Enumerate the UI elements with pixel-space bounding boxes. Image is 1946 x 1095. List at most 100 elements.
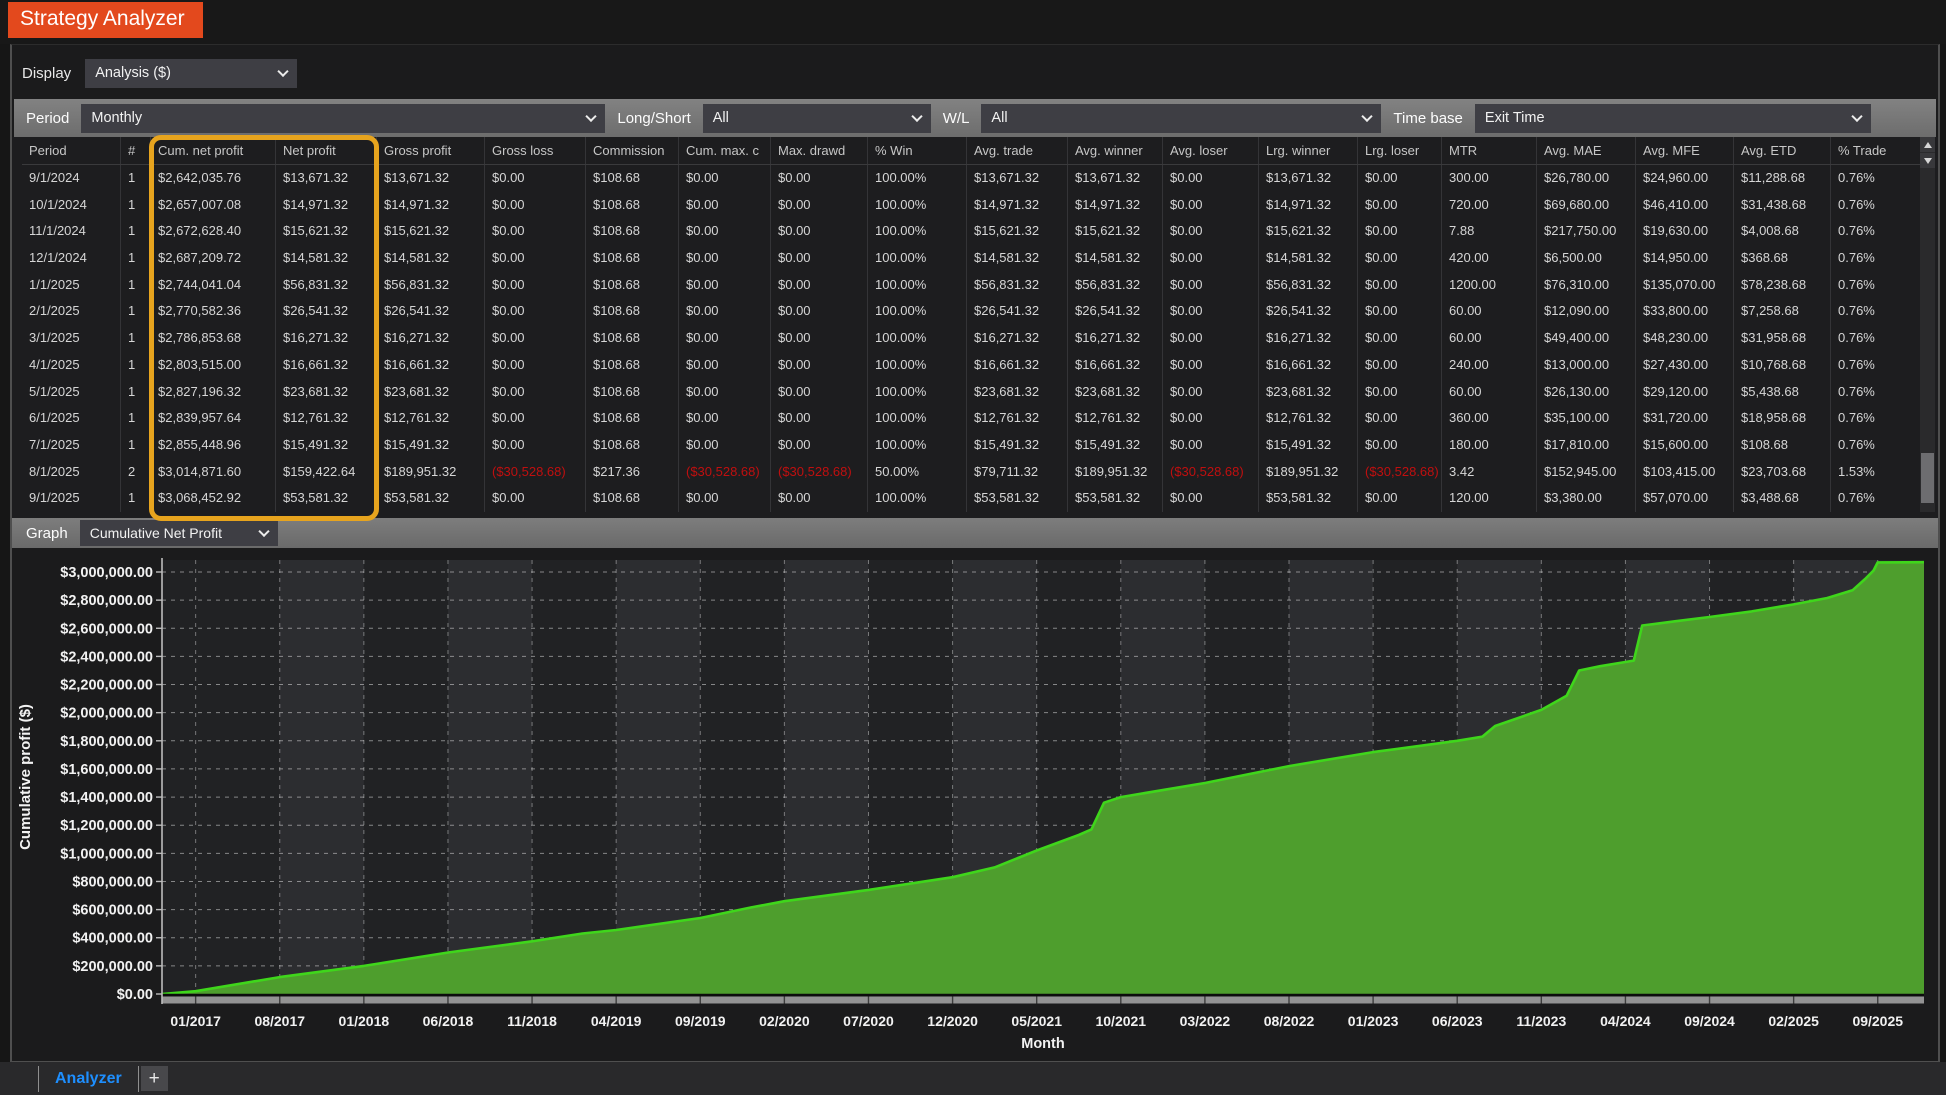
display-select[interactable]: Analysis ($) — [85, 59, 297, 88]
table-row[interactable]: 9/1/20251$3,068,452.92$53,581.32$53,581.… — [22, 485, 1926, 512]
table-row[interactable]: 4/1/20251$2,803,515.00$16,661.32$16,661.… — [22, 352, 1926, 379]
table-cell: 1 — [121, 165, 151, 192]
table-cell: $0.00 — [771, 325, 868, 352]
display-select-value: Analysis ($) — [95, 65, 171, 81]
table-cell: $0.00 — [1163, 218, 1259, 245]
scroll-up-icon — [1924, 142, 1932, 148]
column-header[interactable]: Avg. winner — [1068, 137, 1163, 164]
table-row[interactable]: 6/1/20251$2,839,957.64$12,761.32$12,761.… — [22, 405, 1926, 432]
table-cell: $16,661.32 — [377, 352, 485, 379]
table-cell: $189,951.32 — [1068, 459, 1163, 486]
add-tab-button[interactable]: + — [141, 1066, 168, 1091]
table-cell: ($30,528.68) — [485, 459, 586, 486]
svg-text:01/2018: 01/2018 — [339, 1013, 390, 1029]
column-header[interactable]: Cum. net profit — [151, 137, 276, 164]
column-header[interactable]: Cum. max. c — [679, 137, 771, 164]
svg-text:$1,400,000.00: $1,400,000.00 — [60, 790, 153, 806]
table-cell: $0.00 — [1358, 218, 1442, 245]
svg-text:$1,600,000.00: $1,600,000.00 — [60, 762, 153, 778]
table-cell: $0.00 — [485, 298, 586, 325]
column-header[interactable]: Avg. ETD — [1734, 137, 1831, 164]
table-header-row: Period#Cum. net profitNet profitGross pr… — [22, 137, 1926, 165]
table-cell: 0.76% — [1831, 352, 1926, 379]
table-cell: 3.42 — [1442, 459, 1537, 486]
table-cell: 6/1/2025 — [22, 405, 121, 432]
svg-text:01/2017: 01/2017 — [170, 1013, 221, 1029]
table-row[interactable]: 3/1/20251$2,786,853.68$16,271.32$16,271.… — [22, 325, 1926, 352]
column-header[interactable]: Lrg. winner — [1259, 137, 1358, 164]
column-header[interactable]: Avg. MAE — [1537, 137, 1636, 164]
table-cell: $26,541.32 — [377, 298, 485, 325]
table-cell: $0.00 — [679, 485, 771, 512]
table-cell: 100.00% — [868, 432, 967, 459]
table-cell: $13,671.32 — [276, 165, 377, 192]
column-header[interactable]: Gross profit — [377, 137, 485, 164]
table-cell: $0.00 — [485, 218, 586, 245]
table-row[interactable]: 5/1/20251$2,827,196.32$23,681.32$23,681.… — [22, 379, 1926, 406]
table-row[interactable]: 1/1/20251$2,744,041.04$56,831.32$56,831.… — [22, 272, 1926, 299]
table-cell: 0.76% — [1831, 192, 1926, 219]
period-select[interactable]: Monthly — [81, 104, 605, 133]
table-cell: $16,271.32 — [377, 325, 485, 352]
window-title: Strategy Analyzer — [8, 2, 203, 38]
column-header[interactable]: Net profit — [276, 137, 377, 164]
table-cell: $16,271.32 — [967, 325, 1068, 352]
table-cell: $2,642,035.76 — [151, 165, 276, 192]
longshort-label: Long/Short — [617, 110, 690, 127]
scroll-down-button[interactable] — [1920, 153, 1935, 168]
table-row[interactable]: 12/1/20241$2,687,209.72$14,581.32$14,581… — [22, 245, 1926, 272]
table-cell: $0.00 — [679, 272, 771, 299]
table-cell: $0.00 — [1163, 165, 1259, 192]
graph-select[interactable]: Cumulative Net Profit — [80, 520, 278, 546]
table-scrollbar[interactable] — [1920, 137, 1935, 512]
longshort-select[interactable]: All — [703, 104, 931, 133]
table-cell: $0.00 — [1163, 432, 1259, 459]
table-row[interactable]: 8/1/20252$3,014,871.60$159,422.64$189,95… — [22, 459, 1926, 486]
column-header[interactable]: % Win — [868, 137, 967, 164]
scrollbar-thumb[interactable] — [1921, 453, 1934, 503]
table-cell: $14,581.32 — [967, 245, 1068, 272]
table-cell: $0.00 — [679, 352, 771, 379]
svg-text:09/2019: 09/2019 — [675, 1013, 726, 1029]
column-header[interactable]: % Trade — [1831, 137, 1926, 164]
table-cell: $0.00 — [771, 352, 868, 379]
timebase-select[interactable]: Exit Time — [1475, 104, 1871, 133]
table-cell: 100.00% — [868, 218, 967, 245]
column-header[interactable]: Avg. trade — [967, 137, 1068, 164]
column-header[interactable]: Avg. MFE — [1636, 137, 1734, 164]
table-row[interactable]: 10/1/20241$2,657,007.08$14,971.32$14,971… — [22, 192, 1926, 219]
table-row[interactable]: 9/1/20241$2,642,035.76$13,671.32$13,671.… — [22, 165, 1926, 192]
table-cell: 0.76% — [1831, 432, 1926, 459]
table-cell: $2,855,448.96 — [151, 432, 276, 459]
table-cell: 7/1/2025 — [22, 432, 121, 459]
tab-analyzer[interactable]: Analyzer — [39, 1070, 138, 1088]
table-row[interactable]: 2/1/20251$2,770,582.36$26,541.32$26,541.… — [22, 298, 1926, 325]
column-header[interactable]: # — [121, 137, 151, 164]
table-cell: $14,950.00 — [1636, 245, 1734, 272]
column-header[interactable]: Lrg. loser — [1358, 137, 1442, 164]
wl-select[interactable]: All — [981, 104, 1381, 133]
table-row[interactable]: 7/1/20251$2,855,448.96$15,491.32$15,491.… — [22, 432, 1926, 459]
column-header[interactable]: Period — [22, 137, 121, 164]
table-cell: 360.00 — [1442, 405, 1537, 432]
scroll-up-button[interactable] — [1920, 137, 1935, 152]
table-cell: $0.00 — [679, 405, 771, 432]
table-cell: $15,621.32 — [1068, 218, 1163, 245]
table-cell: 120.00 — [1442, 485, 1537, 512]
table-cell: $13,000.00 — [1537, 352, 1636, 379]
table-cell: $0.00 — [771, 192, 868, 219]
column-header[interactable]: Max. drawd — [771, 137, 868, 164]
period-select-value: Monthly — [91, 110, 142, 126]
table-cell: $12,761.32 — [967, 405, 1068, 432]
analysis-table: Period#Cum. net profitNet profitGross pr… — [22, 137, 1926, 512]
column-header[interactable]: Avg. loser — [1163, 137, 1259, 164]
table-cell: $57,070.00 — [1636, 485, 1734, 512]
table-cell: $53,581.32 — [276, 485, 377, 512]
strategy-analyzer-panel: Display Analysis ($) Period Monthly Long… — [10, 44, 1940, 1062]
table-cell: 9/1/2025 — [22, 485, 121, 512]
table-row[interactable]: 11/1/20241$2,672,628.40$15,621.32$15,621… — [22, 218, 1926, 245]
column-header[interactable]: Gross loss — [485, 137, 586, 164]
table-cell: $23,703.68 — [1734, 459, 1831, 486]
column-header[interactable]: Commission — [586, 137, 679, 164]
column-header[interactable]: MTR — [1442, 137, 1537, 164]
